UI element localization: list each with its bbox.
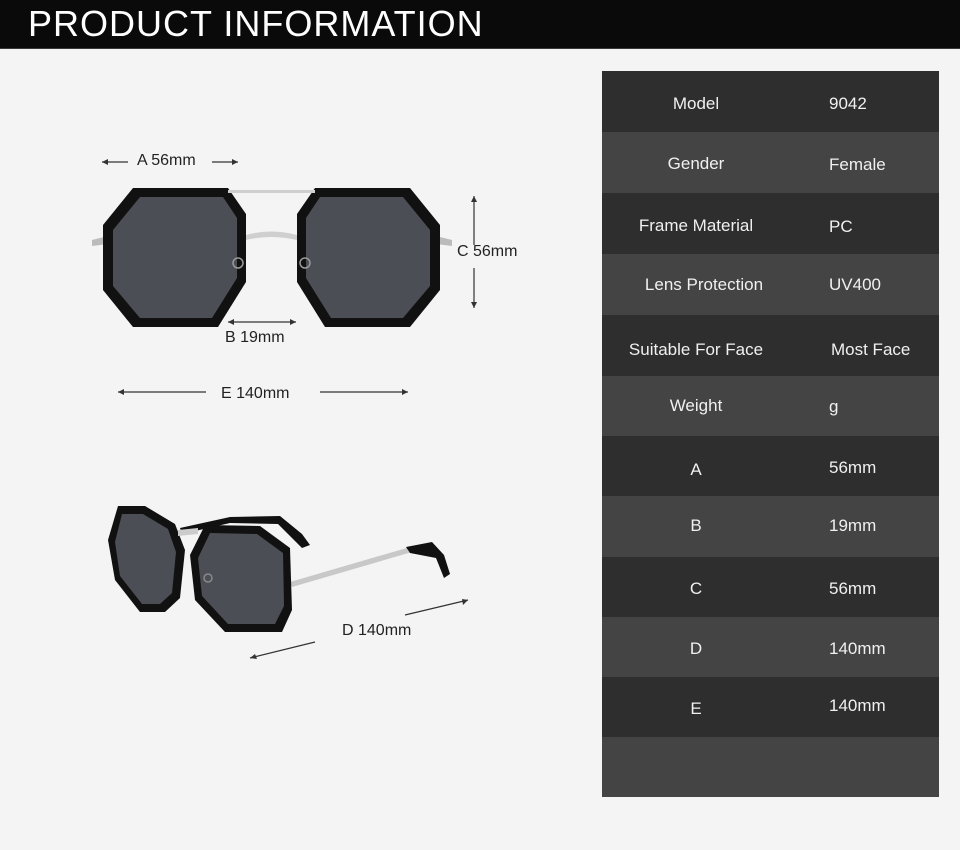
header-bar: PRODUCT INFORMATION: [0, 0, 960, 49]
dimension-label-d: D 140mm: [342, 622, 412, 639]
spec-value: Female: [829, 155, 886, 174]
spec-label: D: [689, 639, 703, 658]
spec-row-suitable-face: Suitable For Face Most Face: [602, 315, 939, 376]
spec-label: Lens Protection: [644, 275, 764, 294]
spec-row-b: B 19mm: [602, 496, 939, 557]
spec-table: Model 9042 Gender Female Frame Material …: [602, 71, 939, 797]
spec-row-frame-material: Frame Material PC: [602, 193, 939, 254]
spec-row-a: A 56mm: [602, 436, 939, 496]
spec-value: UV400: [829, 275, 881, 294]
spec-row-e: E 140mm: [602, 677, 939, 737]
spec-label: Weight: [669, 396, 723, 415]
spec-label: A: [690, 460, 702, 479]
spec-label: Gender: [667, 154, 725, 173]
spec-value: 56mm: [829, 458, 877, 477]
spec-value: Most Face: [831, 340, 911, 359]
spec-label: C: [689, 579, 703, 598]
spec-row-model: Model 9042: [602, 71, 939, 132]
spec-value: 56mm: [829, 579, 877, 598]
sunglasses-side-view: [108, 506, 450, 632]
spec-label: E: [690, 699, 702, 718]
sunglasses-illustration: [92, 159, 477, 659]
spec-row-lens-protection: Lens Protection UV400: [602, 254, 939, 315]
spec-value: 140mm: [829, 639, 886, 658]
spec-label: B: [690, 516, 702, 535]
dimension-label-c: C 56mm: [457, 243, 518, 260]
spec-row-gender: Gender Female: [602, 132, 939, 193]
spec-value: 140mm: [829, 696, 886, 715]
spec-value: PC: [829, 217, 853, 236]
spec-label: Suitable For Face: [628, 340, 764, 359]
spec-row-c: C 56mm: [602, 557, 939, 617]
spec-row-d: D 140mm: [602, 617, 939, 677]
spec-value: 9042: [829, 94, 867, 113]
product-figure: A 56mm C 56mm B 19mm E 140mm D 140mm: [0, 50, 600, 850]
spec-label: Frame Material: [638, 216, 754, 235]
spec-row-weight: Weight g: [602, 376, 939, 436]
spec-row-empty: [602, 737, 939, 797]
dimension-label-e: E 140mm: [221, 385, 290, 402]
dimension-label-b: B 19mm: [225, 329, 285, 346]
page-title: PRODUCT INFORMATION: [28, 3, 484, 44]
dimension-label-a: A 56mm: [137, 152, 196, 169]
spec-value: g: [829, 397, 839, 416]
sunglasses-front-view: [92, 188, 452, 327]
spec-value: 19mm: [829, 516, 877, 535]
spec-label: Model: [672, 94, 720, 113]
